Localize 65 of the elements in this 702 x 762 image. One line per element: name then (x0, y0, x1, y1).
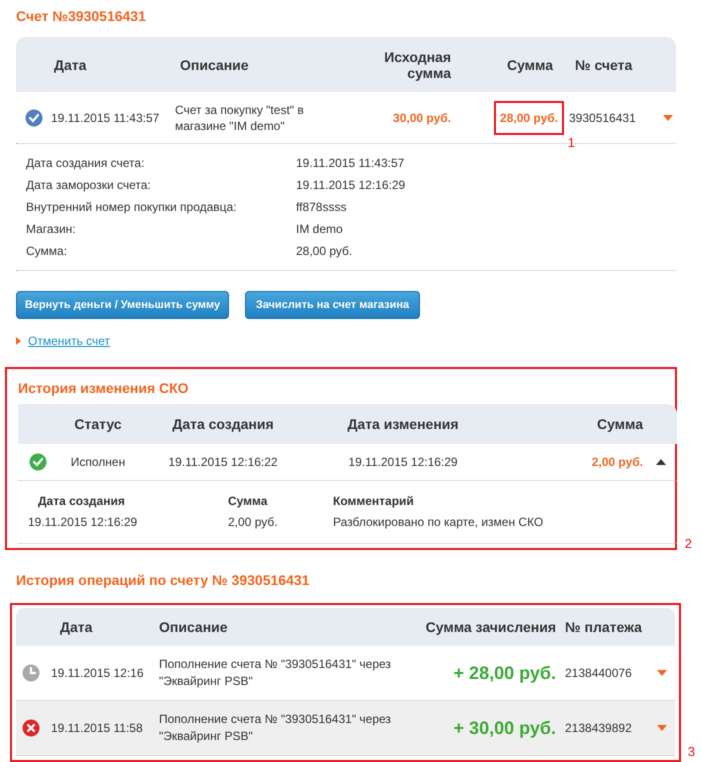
column-header: Сумма (596, 414, 644, 434)
bullet-triangle-icon (16, 337, 21, 345)
table-cell-text: 19.11.2015 12:16:29 (28, 514, 138, 531)
section-title: История изменения СКО (18, 379, 190, 398)
table-cell-text: Пополнение счета № "3930516431" через "Эквайринг PSB" (158, 656, 392, 690)
table-cell-text: + 28,00 руб. (452, 662, 557, 685)
action-button[interactable]: Вернуть деньги / Уменьшить сумму (16, 291, 229, 319)
cancel-link[interactable]: Отменить счет (28, 332, 110, 350)
table-cell-text: 19.11.2015 12:16 (50, 665, 145, 682)
column-header: Комментарий (333, 493, 415, 510)
expand-arrow-icon[interactable] (663, 114, 673, 120)
column-header: № счета (574, 56, 634, 72)
table-cell-text: 3930516431 (568, 110, 637, 126)
column-header: Описание (158, 618, 229, 636)
table-cell-text: Разблокировано по карте, измен СКО (333, 514, 544, 531)
detail-value: 19.11.2015 11:43:57 (296, 155, 406, 172)
column-header: Исходная сумма (383, 48, 452, 80)
column-header: Сумма (228, 493, 268, 510)
annotation-number: 2 (684, 537, 692, 550)
section-title: Счет №3930516431 (16, 7, 147, 26)
detail-value: 19.11.2015 12:16:29 (296, 177, 406, 194)
detail-label: Дата создания счета: (26, 155, 146, 172)
collapse-arrow-icon[interactable] (656, 459, 666, 465)
table-cell: 28,00 руб. (494, 100, 564, 134)
column-header: Сумма зачисления (424, 618, 557, 637)
clock-icon (22, 664, 40, 682)
detail-label: Магазин: (26, 221, 77, 238)
cross-icon (22, 719, 40, 737)
table-cell-text: 30,00 руб. (392, 110, 452, 126)
detail-value: IM demo (296, 221, 344, 238)
column-header: Дата (53, 56, 88, 72)
table-cell-text: 2,00 руб. (590, 454, 644, 471)
column-header: Сумма (506, 56, 554, 72)
expand-arrow-icon[interactable] (657, 725, 667, 731)
column-header: Статус (73, 414, 123, 434)
annotation-number: 1 (568, 136, 575, 148)
table-cell-text: Счет за покупку "test" в магазине "IM demo" (174, 102, 305, 134)
column-header: Описание (179, 56, 250, 72)
table-cell-text: + 30,00 руб. (452, 716, 557, 740)
table-cell-text: Исполнен (70, 454, 126, 471)
column-header: Дата (59, 618, 94, 637)
column-header: Дата создания (171, 414, 275, 434)
table-cell-text: 19.11.2015 11:58 (50, 720, 144, 737)
detail-value: 28,00 руб. (296, 243, 354, 260)
column-header: Дата изменения (346, 414, 460, 434)
detail-value: ff878ssss (296, 199, 348, 216)
annotation-number: 3 (688, 745, 695, 758)
section-title: История операций по счету № 3930516431 (16, 571, 310, 590)
detail-label: Сумма: (26, 243, 68, 260)
table-row[interactable]: 19.11.2015 11:58 Пополнение счета № "3930516431" через "Эквайринг PSB" + 30,00 руб. 2138439892 (16, 701, 675, 756)
action-button[interactable]: Зачислить на счет магазина (245, 291, 420, 319)
table-cell-text: 2138439892 (564, 720, 633, 737)
check-icon (29, 453, 47, 471)
table-cell-text: 19.11.2015 12:16:22 (167, 454, 279, 471)
table-cell-text: 19.11.2015 12:16:29 (347, 454, 459, 471)
table-cell-text: 2,00 руб. (228, 514, 279, 531)
table-cell-text: 2138440076 (564, 665, 633, 682)
expand-arrow-icon[interactable] (657, 670, 667, 676)
detail-label: Дата заморозки счета: (26, 177, 152, 194)
table-cell-text: Пополнение счета № "3930516431" через "Эквайринг PSB" (158, 711, 392, 745)
check-icon (24, 108, 42, 126)
detail-label: Внутренний номер покупки продавца: (26, 199, 238, 216)
column-header: Дата создания (37, 493, 126, 510)
column-header: № платежа (564, 618, 643, 636)
table-cell-text: 19.11.2015 11:43:57 (51, 110, 160, 126)
